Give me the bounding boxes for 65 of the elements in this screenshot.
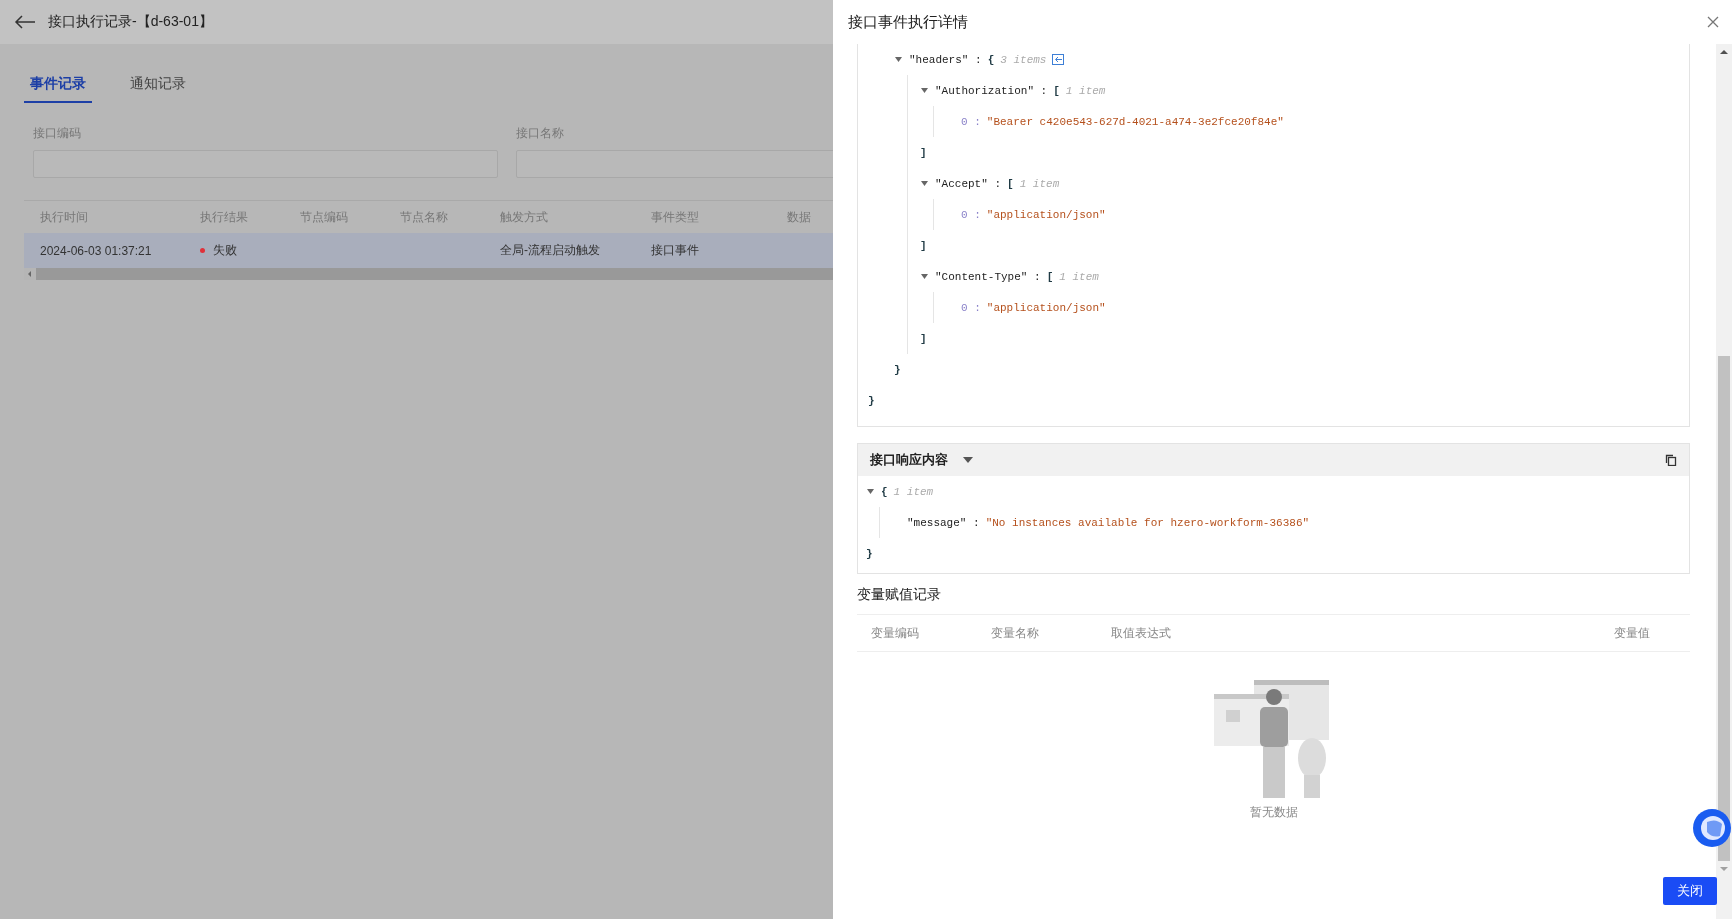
column-header: 执行时间: [39, 208, 89, 226]
table-cell-text: 全局-流程启动触发: [499, 242, 601, 259]
json-bracket: {: [881, 485, 888, 498]
field-label: 接口名称: [516, 125, 565, 142]
table-cell-text: 接口事件: [650, 242, 700, 259]
json-value: "No instances available for hzero-workform-36386": [985, 516, 1310, 529]
table-row[interactable]: 2024-06-03 01:37:21 失败 全局-流程启动触发 接口事件: [24, 233, 833, 268]
json-bracket: }: [866, 547, 873, 560]
item-count: 3 items: [1000, 53, 1047, 66]
json-key: 0 :: [961, 115, 981, 128]
column-header: 数据: [786, 208, 812, 226]
json-bracket: ]: [920, 239, 927, 252]
json-bracket: }: [868, 394, 875, 407]
section-title: 变量赋值记录: [857, 586, 942, 604]
column-header: 变量名称: [990, 624, 1040, 642]
tab[interactable]: 事件记录: [24, 74, 92, 103]
caret-icon[interactable]: [920, 179, 929, 188]
item-count: 1 item: [1059, 270, 1099, 283]
empty-text: 暂无数据: [1249, 804, 1298, 821]
item-count: 1 item: [1019, 177, 1060, 190]
json-key: 0 :: [961, 301, 981, 314]
json-bracket: ]: [920, 332, 927, 345]
column-header: 节点名称: [399, 208, 449, 226]
tab[interactable]: 通知记录: [124, 74, 192, 103]
column-header: 变量编码: [870, 624, 920, 642]
json-value: "application/json": [986, 301, 1106, 314]
json-bracket: {: [987, 53, 995, 66]
json-bracket: [: [1046, 270, 1054, 283]
table-cell-text: 2024-06-03 01:37:21: [39, 243, 153, 258]
column-header: 变量值: [1613, 624, 1651, 642]
json-key: "Authorization" :: [935, 84, 1048, 97]
horizontal-scrollbar[interactable]: [24, 268, 833, 280]
json-key: "headers" :: [909, 53, 982, 66]
close-button[interactable]: 关闭: [1663, 877, 1717, 905]
close-icon[interactable]: [1706, 15, 1720, 29]
item-count: 1 item: [1065, 84, 1106, 97]
table-cell: 失败: [213, 242, 237, 259]
assistant-icon[interactable]: [1692, 808, 1732, 848]
json-value: "application/json": [986, 208, 1106, 221]
json-key: 0 :: [961, 208, 981, 221]
caret-icon[interactable]: [894, 55, 903, 64]
json-bracket: [: [1053, 84, 1060, 97]
json-key: "Accept" :: [935, 177, 1001, 190]
page-title: 接口执行记录-【d-63-01】: [48, 13, 213, 31]
copy-icon[interactable]: [1665, 454, 1677, 466]
json-value: "Bearer c420e543-627d-4021-a474-3e2fce20f84e": [986, 115, 1284, 128]
caret-icon[interactable]: [866, 487, 875, 496]
column-header: 取值表达式: [1110, 624, 1172, 642]
collapse-icon[interactable]: [1052, 54, 1065, 65]
json-bracket: }: [894, 363, 901, 376]
json-key: "Content-Type" :: [935, 270, 1041, 283]
drawer-title: 接口事件执行详情: [848, 12, 968, 32]
back-arrow-icon[interactable]: [14, 15, 36, 29]
item-count: 1 item: [893, 485, 934, 498]
json-bracket: [: [1007, 177, 1014, 190]
caret-icon[interactable]: [920, 86, 929, 95]
column-header: 执行结果: [199, 208, 249, 226]
json-key: "message" :: [907, 516, 980, 529]
caret-icon[interactable]: [920, 272, 929, 281]
column-header: 节点编码: [299, 208, 349, 226]
vertical-scrollbar[interactable]: [1716, 44, 1732, 919]
json-bracket: ]: [920, 146, 927, 159]
column-header: 触发方式: [499, 208, 549, 226]
panel-title: 接口响应内容: [870, 451, 948, 469]
field-label: 接口编码: [33, 125, 82, 142]
